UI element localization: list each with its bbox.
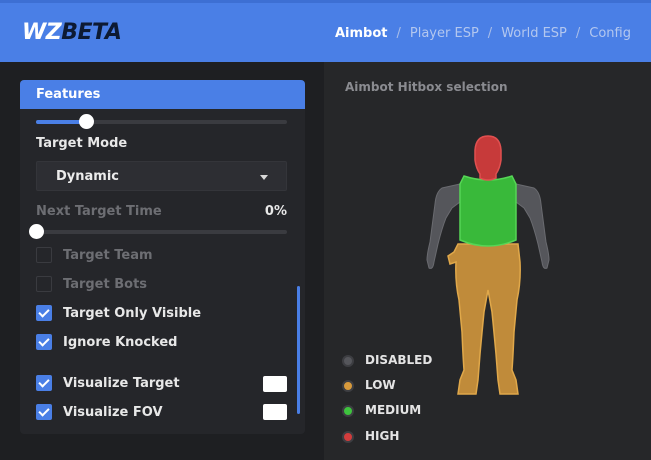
top-bar: WZBETA Aimbot / Player ESP / World ESP /… — [0, 0, 651, 62]
target-only-visible-checkbox[interactable] — [36, 305, 52, 321]
top-slider-handle[interactable] — [79, 114, 95, 129]
tab-world-esp[interactable]: World ESP — [501, 26, 567, 41]
legend-dot-low — [342, 380, 354, 392]
tab-config[interactable]: Config — [589, 26, 631, 41]
legend-dot-high — [342, 431, 354, 443]
target-team-label: Target Team — [63, 248, 153, 263]
tab-player-esp[interactable]: Player ESP — [410, 26, 479, 41]
visualize-fov-checkbox[interactable] — [36, 404, 52, 420]
hitbox-legs[interactable] — [447, 243, 521, 395]
ignore-knocked-checkbox[interactable] — [36, 334, 52, 350]
caret-down-icon — [260, 175, 268, 180]
hitbox-torso[interactable] — [459, 175, 517, 247]
target-bots-label: Target Bots — [63, 277, 148, 292]
visualize-target-checkbox[interactable] — [36, 375, 52, 391]
legend-dot-medium — [342, 405, 354, 417]
legend-label-medium: MEDIUM — [365, 403, 422, 417]
legend-label-low: LOW — [365, 378, 396, 392]
features-header: Features — [20, 80, 305, 109]
target-team-checkbox[interactable] — [36, 247, 52, 263]
hitbox-head[interactable] — [474, 135, 502, 181]
visualize-fov-color-swatch[interactable] — [263, 404, 287, 420]
visualize-target-label: Visualize Target — [63, 376, 180, 391]
target-mode-value: Dynamic — [56, 169, 120, 184]
nav-separator: / — [575, 26, 581, 41]
next-target-time-value: 0% — [264, 204, 287, 219]
target-bots-checkbox[interactable] — [36, 276, 52, 292]
next-target-time-label: Next Target Time — [36, 204, 162, 219]
target-only-visible-label: Target Only Visible — [63, 306, 202, 321]
next-target-time-handle[interactable] — [29, 224, 44, 239]
next-target-time-slider[interactable] — [29, 224, 287, 239]
legend-label-high: HIGH — [365, 429, 400, 443]
visualize-target-color-swatch[interactable] — [263, 376, 287, 392]
nav-separator: / — [396, 26, 401, 41]
hitbox-title: Aimbot Hitbox selection — [345, 80, 508, 94]
visualize-fov-label: Visualize FOV — [63, 405, 163, 420]
features-panel: Features Target Mode Dynamic Next Target… — [20, 80, 305, 434]
target-mode-label: Target Mode — [36, 136, 128, 151]
legend-label-disabled: DISABLED — [365, 353, 433, 367]
tab-aimbot[interactable]: Aimbot — [335, 26, 388, 41]
legend-dot-disabled — [342, 355, 354, 367]
logo-beta: BETA — [61, 20, 122, 45]
app-logo: WZBETA — [22, 20, 122, 45]
top-slider[interactable] — [36, 114, 287, 129]
panel-scrollbar[interactable] — [297, 286, 300, 414]
left-pane: Features Target Mode Dynamic Next Target… — [0, 62, 324, 460]
nav-separator: / — [487, 26, 493, 41]
main-nav: Aimbot / Player ESP / World ESP / Config — [335, 26, 631, 41]
body-figure — [426, 135, 550, 395]
target-mode-select[interactable]: Dynamic — [36, 161, 287, 191]
right-pane: Aimbot Hitbox selection DISABLED LOW MED… — [324, 62, 651, 460]
hitbox-right-arm[interactable] — [515, 183, 550, 269]
ignore-knocked-label: Ignore Knocked — [63, 335, 178, 350]
logo-wz: WZ — [22, 20, 62, 45]
